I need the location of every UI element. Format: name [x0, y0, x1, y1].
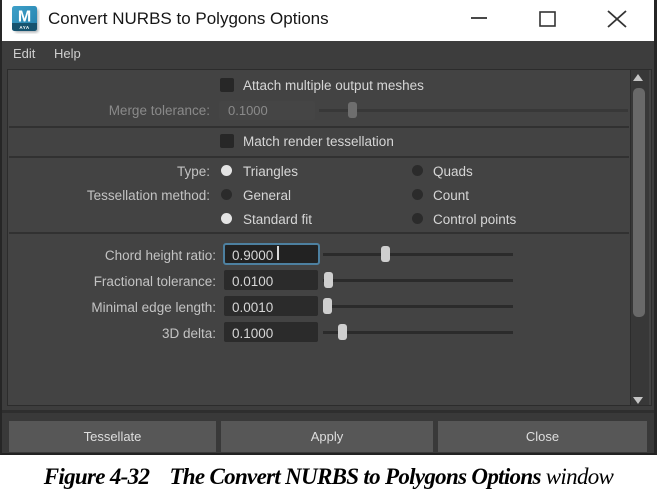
svg-text:M: M: [18, 9, 31, 26]
svg-text:AYA: AYA: [19, 25, 29, 30]
